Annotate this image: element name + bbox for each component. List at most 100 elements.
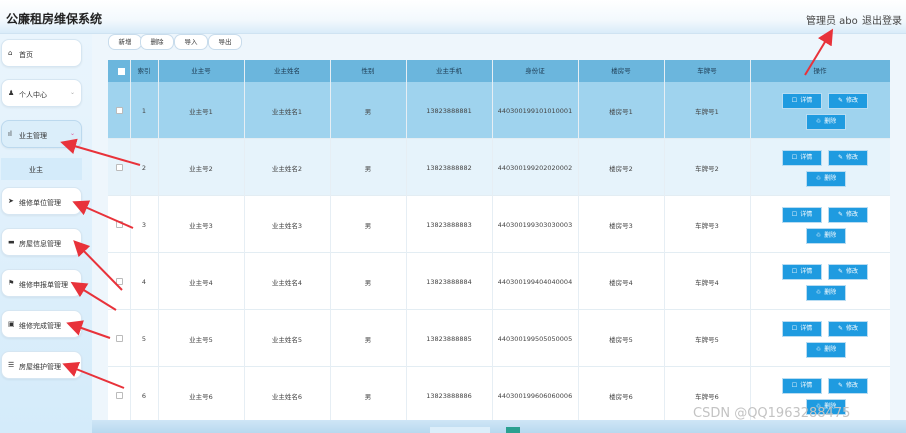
pagination-controls[interactable] — [430, 427, 490, 433]
button-label: 详情 — [800, 382, 813, 389]
column-header: 车牌号 — [697, 67, 717, 75]
table-row[interactable]: 2 业主号2 业主姓名2 男 13823888882 440300199202020002… — [108, 139, 890, 196]
edit-button[interactable]: ✎ 修改 — [828, 150, 868, 166]
export-button[interactable]: 导出 — [208, 34, 242, 50]
delete-button[interactable]: 删除 — [140, 34, 174, 50]
cell-plate: 车牌号3 — [695, 221, 719, 230]
row-checkbox[interactable] — [115, 164, 123, 171]
row-checkbox[interactable] — [115, 335, 123, 342]
row-checkbox-cell — [108, 139, 130, 196]
edit-button[interactable]: ✎ 修改 — [828, 93, 868, 109]
row-checkbox-cell — [108, 253, 130, 310]
cell-id: 440300199606060006 — [497, 391, 573, 400]
row-checkbox-cell — [108, 310, 130, 367]
edit-button[interactable]: ✎ 修改 — [828, 378, 868, 394]
cell-building: 楼房号1 — [609, 107, 633, 116]
sidebar: ⌂ 首页 ♟ 个人中心 ⌄ ıl 业主管理 ⌄ 业主 ➤ 维修单位管理 ▬ 房屋… — [0, 34, 92, 433]
button-label: 删除 — [824, 289, 837, 296]
cell-building: 楼房号6 — [609, 392, 633, 401]
trash-icon: ♲ — [815, 289, 822, 296]
row-checkbox[interactable] — [115, 107, 123, 114]
column-header: 操作 — [813, 67, 827, 75]
row-checkbox-cell — [108, 82, 130, 139]
bar-chart-icon: ıl — [8, 130, 12, 138]
row-delete-button[interactable]: ♲ 删除 — [806, 171, 846, 187]
button-label: 删除 — [824, 118, 837, 125]
edit-button[interactable]: ✎ 修改 — [828, 321, 868, 337]
column-header: 索引 — [137, 67, 151, 75]
document-icon: ☐ — [791, 97, 798, 104]
owner-table: 索引 业主号 业主姓名 性别 业主手机 身份证 楼房号 车牌号 操作 1 业主号1… — [108, 60, 890, 433]
sidebar-item-label: 个人中心 — [19, 91, 47, 99]
sidebar-item-repair-request[interactable]: ⚑ 维修申报单管理 ⌄ — [1, 269, 82, 297]
document-icon: ☐ — [791, 268, 798, 275]
logout-link[interactable]: 退出登录 — [862, 12, 902, 27]
sidebar-item-house-maintenance[interactable]: ☰ 房屋维护管理 ⌄ — [1, 351, 82, 379]
table-row[interactable]: 3 业主号3 业主姓名3 男 13823888883 440300199303030003… — [108, 196, 890, 253]
row-delete-button[interactable]: ♲ 删除 — [806, 228, 846, 244]
detail-button[interactable]: ☐ 详情 — [782, 150, 822, 166]
chevron-down-icon: ⌄ — [69, 130, 75, 137]
button-label: 删除 — [824, 232, 837, 239]
current-page-indicator[interactable] — [506, 427, 520, 433]
trash-icon: ♲ — [815, 232, 822, 239]
column-divider — [664, 60, 665, 433]
sidebar-item-label: 房屋维护管理 — [19, 363, 61, 371]
cell-name: 业主姓名4 — [271, 278, 303, 287]
cell-name: 业主姓名2 — [271, 164, 303, 173]
cell-plate: 车牌号1 — [695, 107, 719, 116]
table-row[interactable]: 1 业主号1 业主姓名1 男 13823888881 440300199101010001… — [108, 82, 890, 139]
sidebar-item-home[interactable]: ⌂ 首页 — [1, 39, 82, 67]
chevron-down-icon: ⌄ — [69, 89, 75, 96]
detail-button[interactable]: ☐ 详情 — [782, 321, 822, 337]
row-checkbox[interactable] — [115, 278, 123, 285]
import-button[interactable]: 导入 — [174, 34, 208, 50]
table-row[interactable]: 5 业主号5 业主姓名5 男 13823888885 440300199505050005… — [108, 310, 890, 367]
button-label: 详情 — [800, 325, 813, 332]
cell-index: 5 — [141, 334, 147, 343]
trash-icon: ♲ — [815, 175, 822, 182]
row-delete-button[interactable]: ♲ 删除 — [806, 285, 846, 301]
sidebar-item-label: 房屋信息管理 — [19, 240, 61, 248]
row-delete-button[interactable]: ♲ 删除 — [806, 114, 846, 130]
sidebar-item-repair-complete[interactable]: ▣ 维修完成管理 ⌄ — [1, 310, 82, 338]
table-header: 索引 业主号 业主姓名 性别 业主手机 身份证 楼房号 车牌号 操作 — [108, 60, 890, 82]
select-all-checkbox[interactable] — [118, 68, 125, 75]
document-icon: ☐ — [791, 382, 798, 389]
flag-icon: ⚑ — [8, 279, 15, 287]
cell-owner-no: 业主号1 — [189, 107, 213, 116]
cell-gender: 男 — [364, 164, 372, 173]
row-checkbox[interactable] — [115, 221, 123, 228]
cell-owner-no: 业主号5 — [189, 335, 213, 344]
sidebar-item-owner-management[interactable]: ıl 业主管理 ⌄ — [1, 120, 82, 148]
cell-owner-no: 业主号3 — [189, 221, 213, 230]
cell-building: 楼房号4 — [609, 278, 633, 287]
cell-phone: 13823888883 — [426, 220, 472, 229]
row-checkbox-cell — [108, 367, 130, 424]
button-label: 详情 — [800, 97, 813, 104]
sidebar-subitem-owner[interactable]: 业主 — [1, 158, 82, 180]
column-divider — [578, 60, 579, 433]
edit-button[interactable]: ✎ 修改 — [828, 207, 868, 223]
cell-phone: 13823888886 — [426, 391, 472, 400]
cell-name: 业主姓名1 — [271, 107, 303, 116]
cell-plate: 车牌号5 — [695, 335, 719, 344]
detail-button[interactable]: ☐ 详情 — [782, 378, 822, 394]
row-delete-button[interactable]: ♲ 删除 — [806, 342, 846, 358]
sidebar-item-repair-unit[interactable]: ➤ 维修单位管理 — [1, 187, 82, 215]
column-header: 业主号 — [191, 67, 211, 75]
sidebar-item-housing-info[interactable]: ▬ 房屋信息管理 — [1, 228, 82, 256]
table-row[interactable]: 4 业主号4 业主姓名4 男 13823888884 440300199404040004… — [108, 253, 890, 310]
cell-plate: 车牌号4 — [695, 278, 719, 287]
edit-button[interactable]: ✎ 修改 — [828, 264, 868, 280]
detail-button[interactable]: ☐ 详情 — [782, 207, 822, 223]
cell-gender: 男 — [364, 107, 372, 116]
cell-id: 440300199303030003 — [497, 220, 573, 229]
button-label: 删除 — [824, 175, 837, 182]
detail-button[interactable]: ☐ 详情 — [782, 264, 822, 280]
sidebar-subitem-label: 业主 — [29, 166, 43, 174]
detail-button[interactable]: ☐ 详情 — [782, 93, 822, 109]
sidebar-item-personal-center[interactable]: ♟ 个人中心 ⌄ — [1, 79, 82, 107]
add-button[interactable]: 新增 — [108, 34, 142, 50]
row-checkbox[interactable] — [115, 392, 123, 399]
